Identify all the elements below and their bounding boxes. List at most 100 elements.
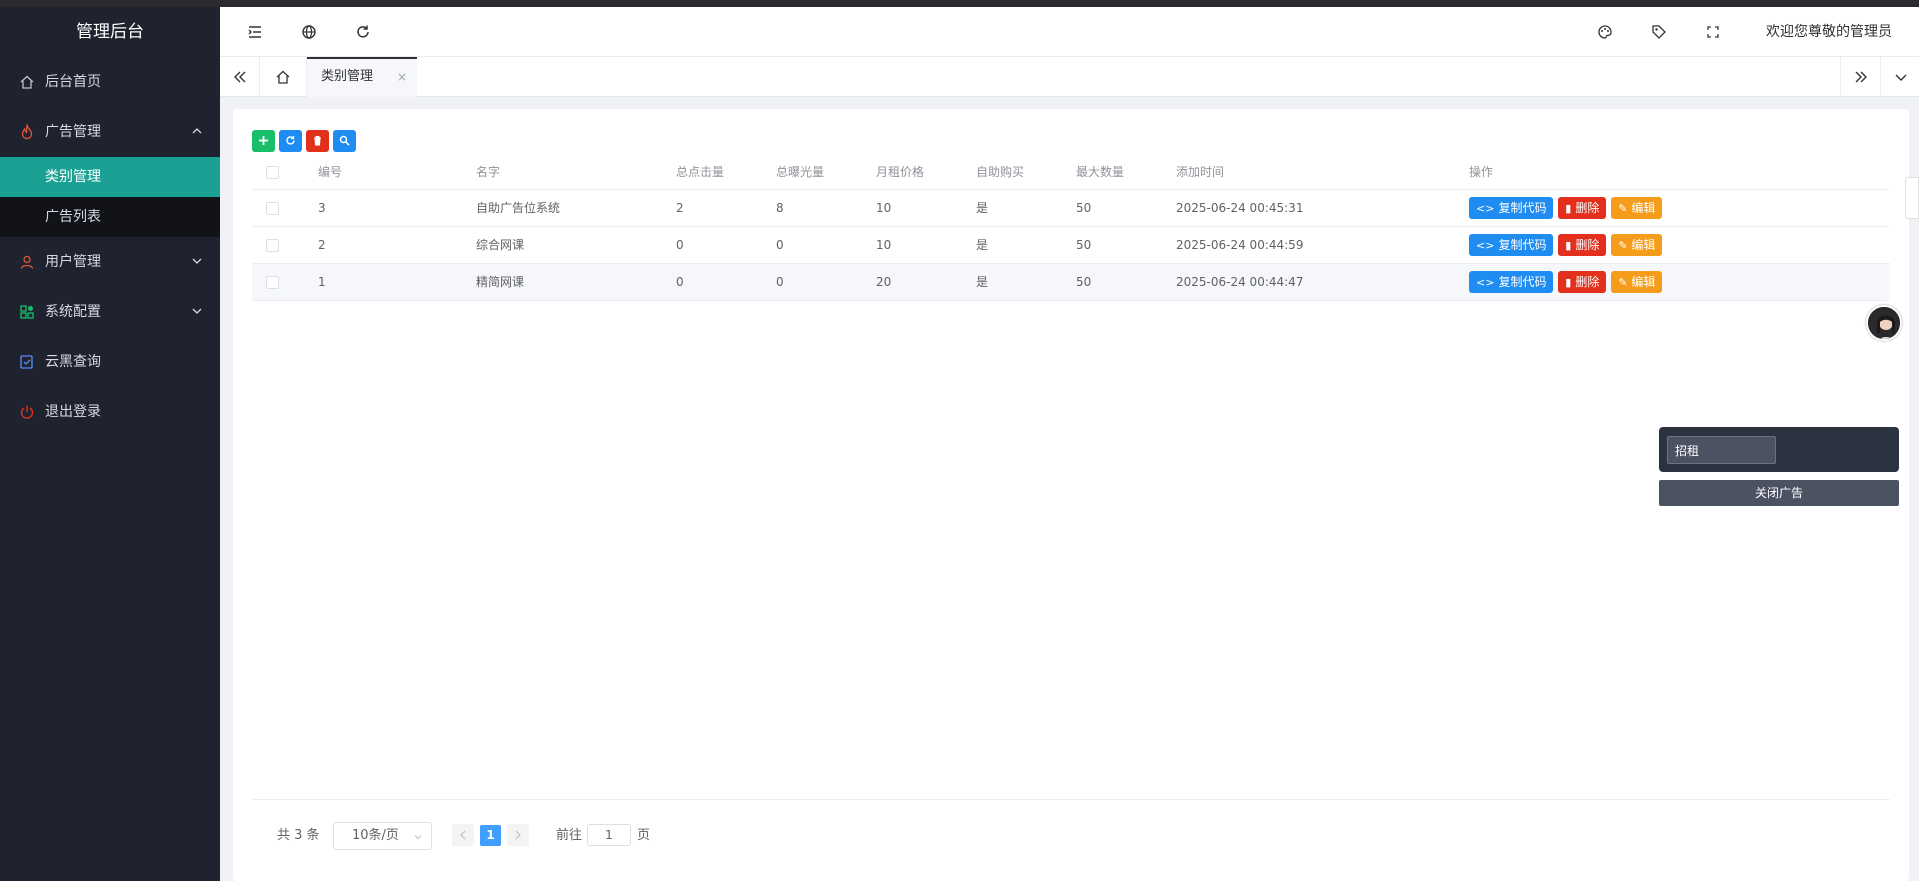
row-checkbox[interactable]	[266, 201, 279, 215]
cell-price: 20	[872, 263, 972, 301]
row-checkbox[interactable]	[266, 275, 279, 289]
tab-category-management[interactable]: 类别管理 ×	[307, 57, 417, 97]
trash-icon: ▮	[1565, 201, 1572, 215]
page-number-current[interactable]: 1	[480, 825, 501, 846]
header-select-all	[252, 155, 314, 190]
tab-options-dropdown[interactable]	[1880, 57, 1919, 96]
home-tab[interactable]	[261, 57, 307, 96]
edit-button[interactable]: ✎ 编辑	[1611, 270, 1663, 293]
pencil-icon: ✎	[1618, 275, 1628, 289]
copy-code-button[interactable]: <> 复制代码	[1469, 233, 1554, 256]
column-header: 最大数量	[1072, 155, 1172, 190]
sidebar-item-home[interactable]: 后台首页	[0, 57, 220, 107]
cell-added-time: 2025-06-24 00:45:31	[1172, 189, 1465, 227]
globe-icon[interactable]	[300, 23, 318, 41]
copy-code-label: 复制代码	[1498, 274, 1547, 289]
sidebar: 管理后台 后台首页 广告管理 类别管理 广告列表 用户管理 系统配置 云黑查询 …	[0, 7, 220, 881]
cell-id: 3	[314, 189, 472, 227]
cell-added-time: 2025-06-24 00:44:59	[1172, 226, 1465, 264]
user-icon	[20, 255, 34, 269]
cell-clicks: 2	[672, 189, 772, 227]
pagination-divider	[252, 799, 1890, 800]
cell-impressions: 8	[772, 189, 872, 227]
edit-button[interactable]: ✎ 编辑	[1611, 233, 1663, 256]
table-header-row: 编号 名字 总点击量 总曝光量 月租价格 自助购买 最大数量 添加时间 操作	[252, 155, 1890, 190]
sidebar-item-ad-list[interactable]: 广告列表	[0, 197, 220, 237]
cell-id: 1	[314, 263, 472, 301]
row-checkbox[interactable]	[266, 238, 279, 252]
edit-label: 编辑	[1631, 237, 1656, 252]
goto-page-input[interactable]	[587, 824, 631, 846]
sidebar-item-cloud-blacklist[interactable]: 云黑查询	[0, 337, 220, 387]
cell-self-purchase: 是	[972, 263, 1072, 301]
menu-fold-icon[interactable]	[246, 23, 264, 41]
next-page-button[interactable]	[507, 824, 529, 846]
tab-close-icon[interactable]: ×	[397, 59, 407, 95]
cell-self-purchase: 是	[972, 189, 1072, 227]
chevron-right-icon	[515, 830, 521, 840]
delete-button[interactable]: ▮ 删除	[1558, 270, 1607, 293]
close-ad-button[interactable]: 关闭广告	[1659, 480, 1899, 506]
scroll-tabs-right-button[interactable]	[1840, 57, 1880, 96]
double-chevron-right-icon	[1855, 71, 1867, 83]
cell-added-time: 2025-06-24 00:44:47	[1172, 263, 1465, 301]
sidebar-item-logout[interactable]: 退出登录	[0, 387, 220, 437]
scroll-tabs-left-button[interactable]	[220, 57, 260, 96]
copy-code-button[interactable]: <> 复制代码	[1469, 270, 1554, 293]
column-header: 名字	[472, 155, 672, 190]
goto-label: 前往	[556, 828, 583, 843]
plus-icon	[259, 136, 268, 145]
cell-impressions: 0	[772, 263, 872, 301]
sidebar-item-label: 广告管理	[45, 124, 101, 140]
assistant-avatar[interactable]	[1866, 305, 1902, 341]
prev-page-button[interactable]	[452, 824, 474, 846]
side-drawer-handle[interactable]	[1905, 177, 1919, 219]
edit-label: 编辑	[1631, 274, 1656, 289]
table-row[interactable]: 2 综合网课 0 0 10 是 50 2025-06-24 00:44:59 <…	[252, 226, 1890, 264]
cell-self-purchase: 是	[972, 226, 1072, 264]
column-header: 总点击量	[672, 155, 772, 190]
tab-bar: 类别管理 ×	[220, 57, 1919, 97]
fire-icon	[21, 124, 33, 140]
page-size-select[interactable]: 10条/页	[333, 822, 432, 850]
column-header: 月租价格	[872, 155, 972, 190]
column-header: 自助购买	[972, 155, 1072, 190]
search-button[interactable]	[333, 130, 356, 152]
cell-max-count: 50	[1072, 189, 1172, 227]
table-row[interactable]: 3 自助广告位系统 2 8 10 是 50 2025-06-24 00:45:3…	[252, 189, 1890, 227]
sidebar-item-category-management[interactable]: 类别管理	[0, 157, 220, 197]
cell-actions: <> 复制代码 ▮ 删除 ✎ 编辑	[1465, 189, 1890, 227]
chevron-down-icon	[414, 835, 422, 840]
ad-input[interactable]	[1667, 436, 1776, 464]
sidebar-item-ads[interactable]: 广告管理	[0, 107, 220, 157]
sidebar-item-users[interactable]: 用户管理	[0, 237, 220, 287]
refresh-icon[interactable]	[354, 23, 372, 41]
page-size-value: 10条/页	[352, 828, 399, 843]
copy-code-label: 复制代码	[1498, 237, 1547, 252]
table-row[interactable]: 1 精简网课 0 0 20 是 50 2025-06-24 00:44:47 <…	[252, 263, 1890, 301]
delete-button[interactable]: ▮ 删除	[1558, 233, 1607, 256]
refresh-button[interactable]	[279, 130, 302, 152]
chevron-down-icon	[1895, 74, 1907, 81]
select-all-checkbox[interactable]	[266, 165, 279, 179]
home-icon	[20, 75, 34, 89]
edit-label: 编辑	[1631, 200, 1656, 215]
delete-label: 删除	[1575, 237, 1600, 252]
chevron-down-icon	[192, 308, 202, 314]
code-icon: <>	[1476, 238, 1495, 252]
cell-actions: <> 复制代码 ▮ 删除 ✎ 编辑	[1465, 226, 1890, 264]
sidebar-item-label: 后台首页	[45, 74, 101, 90]
sidebar-item-system-config[interactable]: 系统配置	[0, 287, 220, 337]
column-header: 总曝光量	[772, 155, 872, 190]
add-button[interactable]	[252, 130, 275, 152]
fullscreen-icon[interactable]	[1704, 23, 1722, 41]
welcome-text: 欢迎您尊敬的管理员	[1766, 24, 1892, 40]
edit-button[interactable]: ✎ 编辑	[1611, 196, 1663, 219]
copy-code-button[interactable]: <> 复制代码	[1469, 196, 1554, 219]
code-icon: <>	[1476, 201, 1495, 215]
delete-button[interactable]: ▮ 删除	[1558, 196, 1607, 219]
palette-icon[interactable]	[1596, 23, 1614, 41]
batch-delete-button[interactable]	[306, 130, 329, 152]
trash-icon: ▮	[1565, 275, 1572, 289]
tag-icon[interactable]	[1650, 23, 1668, 41]
